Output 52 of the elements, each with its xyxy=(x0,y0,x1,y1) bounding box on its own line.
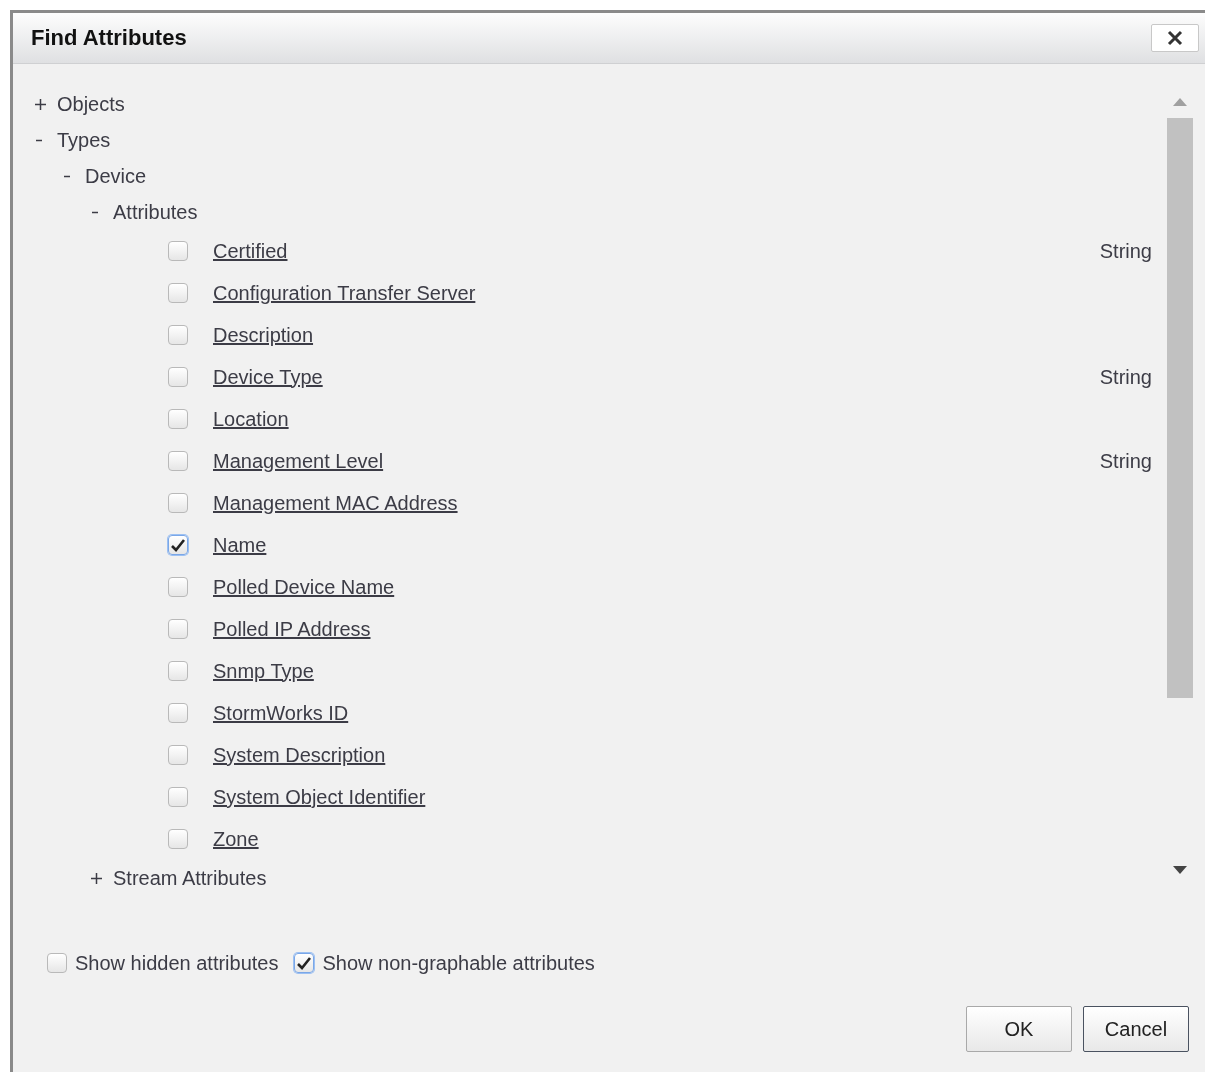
attribute-type: String xyxy=(1099,449,1152,473)
checkbox[interactable] xyxy=(168,829,188,849)
attribute-link[interactable]: Description xyxy=(213,323,314,347)
attribute-type: String xyxy=(1099,239,1152,263)
tree-node-label[interactable]: Objects xyxy=(57,92,125,116)
tree-node-label[interactable]: Types xyxy=(57,128,111,152)
attribute-link[interactable]: StormWorks ID xyxy=(213,701,349,725)
attribute-link[interactable]: Zone xyxy=(213,827,259,851)
tree-node-label[interactable]: Device xyxy=(85,164,147,188)
checkbox[interactable] xyxy=(168,493,188,513)
tree-node-label[interactable]: Attributes xyxy=(113,200,198,224)
checkbox[interactable] xyxy=(168,241,188,261)
attribute-link[interactable]: Polled Device Name xyxy=(213,575,395,599)
dialog-button[interactable]: OK xyxy=(966,1006,1072,1052)
checkbox[interactable] xyxy=(47,953,67,973)
dialog-title: Find Attributes xyxy=(31,25,187,51)
close-icon xyxy=(1167,30,1183,46)
dialog-button[interactable]: Cancel xyxy=(1083,1006,1189,1052)
checkbox[interactable] xyxy=(168,703,188,723)
attribute-link[interactable]: System Object Identifier xyxy=(213,785,426,809)
attribute-link[interactable]: Name xyxy=(213,533,267,557)
tree-node-label[interactable]: Stream Attributes xyxy=(113,866,267,890)
attribute-link[interactable]: Device Type xyxy=(213,365,323,389)
checkbox[interactable] xyxy=(168,577,188,597)
attribute-link[interactable]: Certified xyxy=(213,239,288,263)
checkbox[interactable] xyxy=(168,283,188,303)
attribute-link[interactable]: Snmp Type xyxy=(213,659,314,683)
plus-icon[interactable] xyxy=(35,98,46,110)
plus-icon[interactable] xyxy=(91,872,102,884)
checkbox[interactable] xyxy=(168,619,188,639)
attribute-link[interactable]: System Description xyxy=(213,743,386,767)
attribute-type: String xyxy=(1099,365,1152,389)
checkbox[interactable] xyxy=(168,787,188,807)
attribute-link[interactable]: Location xyxy=(213,407,289,431)
close-button[interactable] xyxy=(1151,24,1199,52)
attribute-link[interactable]: Management Level xyxy=(213,449,384,473)
attribute-link[interactable]: Configuration Transfer Server xyxy=(213,281,476,305)
checkbox[interactable] xyxy=(168,367,188,387)
scroll-down-icon[interactable] xyxy=(1173,866,1187,874)
checkbox[interactable] xyxy=(168,661,188,681)
checkbox[interactable] xyxy=(168,451,188,471)
attribute-link[interactable]: Polled IP Address xyxy=(213,617,371,641)
scroll-up-icon[interactable] xyxy=(1173,98,1187,106)
checkbox[interactable] xyxy=(294,953,315,973)
checkbox[interactable] xyxy=(168,325,188,345)
option-label: Show hidden attributes xyxy=(75,951,279,975)
option-label: Show non-graphable attributes xyxy=(322,951,595,975)
checkbox[interactable] xyxy=(168,745,188,765)
attribute-link[interactable]: Management MAC Address xyxy=(213,491,458,515)
scroll-thumb[interactable] xyxy=(1167,118,1193,698)
checkbox[interactable] xyxy=(168,409,188,429)
checkbox[interactable] xyxy=(168,535,188,555)
